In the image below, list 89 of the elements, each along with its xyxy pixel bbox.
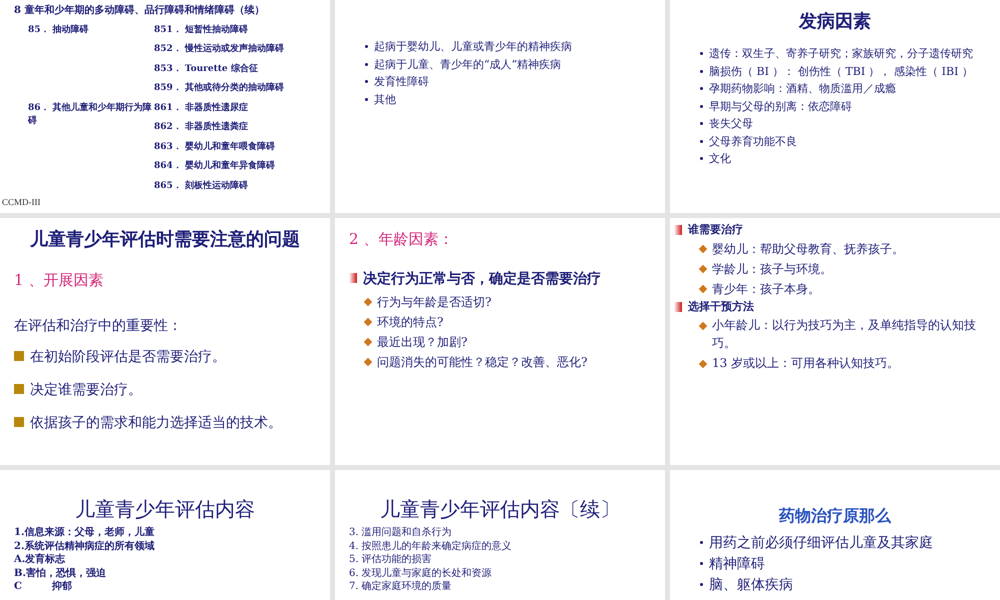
caption-text: CCMD-III (2, 196, 42, 208)
diamond-bullet-icon (698, 264, 708, 274)
subcategory-label: 859． 其他或待分类的抽动障碍 (154, 82, 284, 95)
subcategory-label: 862． 非器质性遗粪症 (154, 121, 249, 134)
diamond-bullet-icon (364, 338, 372, 346)
diamond-bullet-icon (364, 358, 372, 366)
list-item-text: 学龄儿：孩子与环境。 (712, 260, 832, 278)
category-label: 86． 其他儿童和少年期行为障碍 (26, 102, 153, 128)
list-item-text: 文化 (709, 151, 731, 167)
section-heading: 1 、开展因素 (14, 270, 104, 291)
body-text: 在评估和治疗中的重要性： (14, 316, 183, 336)
diamond-bullet-icon (364, 298, 372, 306)
diamond-bullet-icon (698, 359, 708, 368)
bullet-dot-icon (700, 87, 703, 90)
list-item-text: 婴幼儿：帮助父母教育、抚养孩子。 (712, 240, 904, 258)
list-item-text: 精神障碍 (709, 555, 765, 574)
list-item-text: 青少年：孩子本身。 (712, 280, 820, 298)
list-item-text: 脑、躯体疾病 (709, 576, 793, 595)
list-item-text: 孕期药物影响：酒精、物质滥用／成瘾 (709, 81, 896, 97)
bullet-dot-icon (700, 540, 703, 544)
bullet-dot-icon (700, 157, 703, 160)
slide-title: 发病因素 (798, 10, 872, 34)
list-item-text: 13 岁或以上：可用各种认知技巧。 (712, 355, 900, 372)
diamond-bullet-icon (698, 321, 708, 330)
slide-title: 儿童青少年评估时需要注意的问题 (28, 228, 301, 252)
list-item-text: 丧失父母 (709, 116, 753, 132)
list-item-text: 依据孩子的需求和能力选择适当的技术。 (30, 414, 282, 432)
subcategory-label: 861． 非器质性遗尿症 (154, 102, 249, 114)
list-item-text: 遗传：双生子、寄养子研究；家族研究，分子遗传研究 (709, 46, 973, 62)
list-item-text: 起病于婴幼儿、儿童或青少年的精神疾病 (374, 39, 572, 55)
list-item-text: 发育性障碍 (374, 74, 429, 90)
diamond-bullet-icon (364, 318, 372, 326)
subcategory-label: 853． Tourette 综合征 (154, 62, 259, 76)
text-line: 5. 评估功能的损害 (349, 553, 433, 566)
text-line: B.害怕，恐惧，强迫 (14, 566, 107, 580)
list-item-text: 行为与年龄是否适切? (377, 294, 492, 310)
slide-title: 儿童青少年评估内容 (74, 496, 256, 523)
bullet-dot-icon (365, 98, 368, 101)
subcategory-label: 863． 婴幼儿和童年喂食障碍 (154, 140, 275, 154)
square-bullet-icon (14, 417, 24, 428)
list-item-text: 在初始阶段评估是否需要治疗。 (30, 348, 226, 366)
text-line: 2.系统评估精神病症的所有领域 (14, 540, 156, 553)
bullet-dot-icon (365, 45, 368, 48)
bullet-dot-icon (365, 62, 368, 66)
slide-title: 药物治疗原那么 (778, 505, 892, 527)
subcategory-label: 865． 刻板性运动障碍 (154, 180, 249, 192)
bullet-dot-icon (700, 582, 703, 586)
list-item-text: 选择干预方法 (688, 298, 754, 314)
text-line: C 抑郁 (14, 580, 73, 594)
category-label: 85． 抽动障碍 (27, 24, 90, 36)
subcategory-label: 864． 婴幼儿和童年异食障碍 (154, 160, 275, 173)
list-item-text: 决定谁需要治疗。 (30, 380, 142, 400)
square-bullet-icon (14, 351, 24, 362)
list-item-text: 小年龄儿：以行为技巧为主，及单纯指导的认知技巧。 (712, 317, 977, 352)
list-item-text: 环境的特点? (377, 314, 444, 330)
subcategory-label: 852． 慢性运动或发声抽动障碍 (154, 43, 284, 56)
square-bullet-icon (14, 384, 24, 394)
square-bullet-icon (674, 225, 682, 236)
text-line: 6. 发现儿童与家庭的长处和资源 (349, 566, 493, 580)
bullet-dot-icon (700, 52, 703, 56)
bullet-dot-icon (700, 140, 703, 143)
text-line: 4. 按照患儿的年龄来确定病症的意义 (349, 540, 513, 553)
bullet-dot-icon (365, 80, 368, 84)
bullet-dot-icon (700, 70, 703, 73)
slide-title: 儿童青少年评估内容〔续〕 (379, 496, 621, 523)
text-line: 7. 确定家庭环境的质量 (349, 580, 453, 594)
list-item-text: 最近出现？加剧? (377, 334, 468, 350)
text-line: 1.信息来源：父母，老师，儿童 (14, 526, 156, 540)
list-item-text: 早期与父母的别离：依恋障碍 (709, 98, 852, 114)
text-line: 3. 滥用问题和自杀行为 (349, 526, 453, 540)
bullet-dot-icon (700, 104, 703, 108)
list-item-text: 谁需要治疗 (688, 222, 743, 238)
list-item-text: 决定行为正常与否，确定是否需要治疗 (363, 270, 601, 288)
diamond-bullet-icon (698, 284, 708, 294)
list-item-text: 问题消失的可能性？稳定？改善、恶化? (377, 354, 588, 370)
text-line: 8 童年和少年期的多动障碍、品行障碍和情绪障碍（续） (14, 4, 266, 18)
section-heading: 2 、年龄因素： (349, 229, 454, 250)
subcategory-label: 851． 短暂性抽动障碍 (154, 24, 249, 36)
bullet-dot-icon (700, 562, 703, 565)
list-item-text: 用药之前必须仔细评估儿童及其家庭 (709, 534, 933, 553)
list-item-text: 其他 (374, 92, 396, 108)
bullet-dot-icon (700, 122, 703, 126)
list-item-text: 脑损伤（ BI ）： 创伤性（ TBI ）， 感染性（ IBI ） (709, 64, 973, 80)
square-bullet-icon (349, 272, 357, 283)
list-item-text: 父母养育功能不良 (709, 134, 797, 150)
square-bullet-icon (674, 302, 682, 312)
text-line: A.发育标志 (14, 553, 66, 566)
list-item-text: 起病于儿童、青少年的“成人”精神疾病 (374, 56, 562, 72)
diamond-bullet-icon (698, 244, 708, 254)
